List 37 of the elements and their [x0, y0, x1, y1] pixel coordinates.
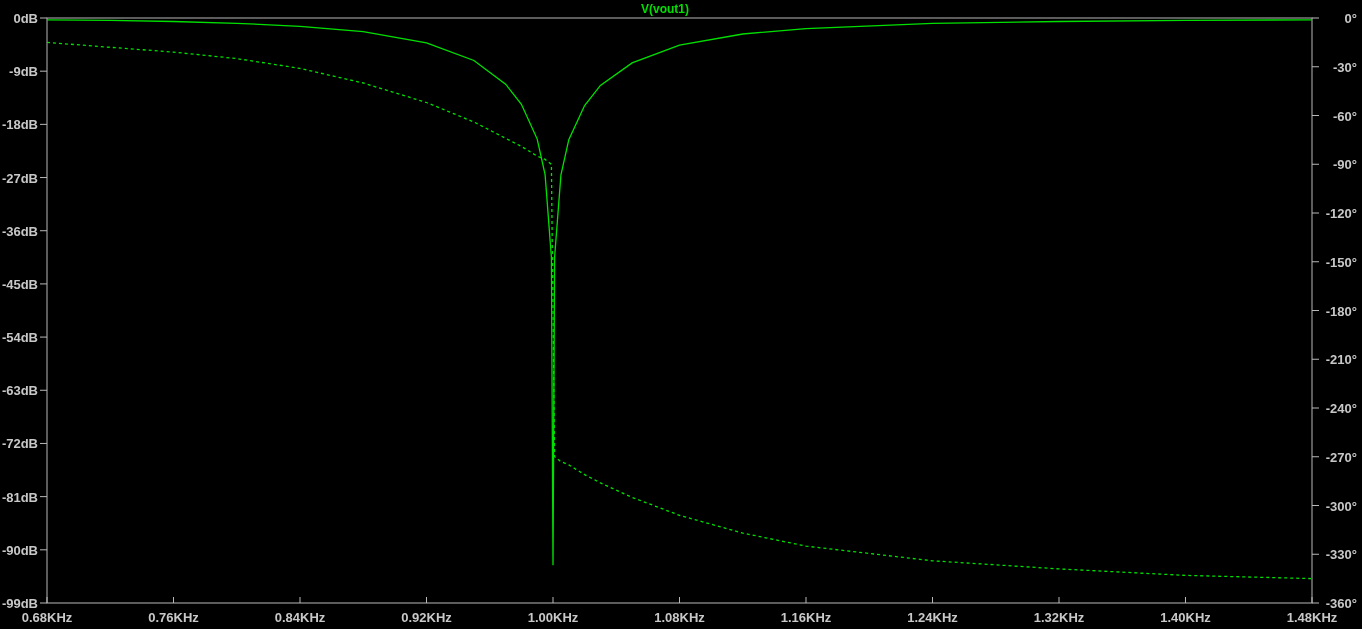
axis-tick-label: 1.00KHz [527, 610, 579, 625]
axis-tick-label: 0° [1344, 11, 1357, 26]
axis-tick-label: -240° [1325, 401, 1357, 416]
axis-tick-label: -270° [1325, 449, 1357, 465]
axis-tick-label: -27dB [1, 170, 38, 186]
axis-tick-label: 1.32KHz [1033, 610, 1085, 625]
axis-tick-label: 1.16KHz [780, 610, 832, 625]
axis-tick-label: -72dB [1, 436, 38, 452]
axis-tick-label: -9dB [9, 64, 38, 80]
axis-tick-label: -330° [1325, 547, 1357, 563]
axis-tick-label: -90dB [1, 542, 38, 558]
axis-tick-label: 1.08KHz [654, 610, 705, 625]
axis-tick-label: -150° [1325, 254, 1357, 270]
axis-tick-label: -54dB [1, 330, 38, 346]
axis-tick-label: -60° [1333, 108, 1357, 124]
axis-tick-label: -99dB [1, 596, 38, 611]
axis-tick-label: -30° [1333, 59, 1357, 75]
axis-tick-label: -81dB [1, 489, 38, 505]
axis-tick-label: -63dB [1, 383, 38, 399]
axis-tick-label: 1.24KHz [907, 610, 958, 625]
axis-tick-label: -120° [1325, 206, 1357, 221]
axis-tick-label: 1.40KHz [1160, 610, 1211, 625]
axis-tick-label: -18dB [1, 117, 38, 133]
axis-tick-label: -180° [1325, 303, 1357, 319]
axis-tick-label: -300° [1325, 498, 1357, 514]
axis-tick-label: -360° [1325, 596, 1357, 611]
axis-tick-label: 0.68KHz [21, 610, 73, 625]
axis-tick-label: 0.76KHz [148, 610, 199, 625]
axis-tick-label: -210° [1325, 352, 1357, 368]
axis-tick-label: 1.48KHz [1286, 610, 1338, 625]
axis-tick-label: 0.84KHz [274, 610, 326, 625]
axis-tick-label: 0.92KHz [401, 610, 452, 625]
axis-tick-label: -36dB [1, 223, 38, 239]
axis-tick-label: 0dB [13, 11, 38, 26]
axis-tick-label: -45dB [1, 276, 38, 292]
axis-tick-label: -90° [1333, 157, 1357, 173]
plot-title: V(vout1) [641, 2, 689, 16]
